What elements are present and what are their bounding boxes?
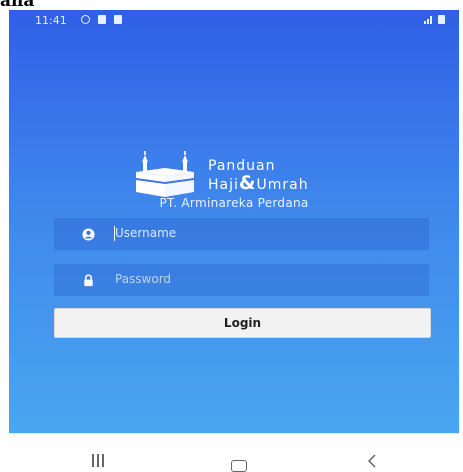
- status-system-icons: [424, 15, 445, 24]
- recent-apps-button[interactable]: [92, 454, 106, 468]
- username-placeholder: Username: [115, 226, 177, 240]
- app-logo: Panduan Haji&Umrah: [134, 148, 364, 198]
- status-notification-icons: [81, 15, 122, 24]
- company-name: PT. Arminareka Perdana: [159, 196, 309, 210]
- kaaba-icon: [136, 151, 194, 197]
- password-input[interactable]: Password: [54, 264, 429, 296]
- lock-icon: [84, 274, 93, 287]
- sync-icon: [81, 15, 90, 24]
- home-button[interactable]: [231, 460, 247, 472]
- back-button[interactable]: [368, 454, 376, 468]
- gallery-icon: [114, 15, 122, 24]
- status-bar: 11:41: [9, 10, 459, 32]
- top-clipped-text: ana: [0, 0, 35, 11]
- brand-title-line2: Haji&Umrah: [208, 172, 309, 194]
- login-button[interactable]: Login: [54, 308, 431, 338]
- password-placeholder: Password: [115, 272, 172, 286]
- username-input[interactable]: Username: [54, 218, 429, 250]
- user-icon: [82, 228, 95, 241]
- status-time: 11:41: [35, 14, 67, 27]
- signal-icon: [424, 16, 434, 24]
- login-screen: 11:41 Panduan Haji&Umrah PT. Arminareka …: [9, 10, 459, 433]
- battery-icon: [438, 15, 445, 24]
- notification-icon: [98, 15, 106, 24]
- android-nav-bar: [9, 433, 459, 472]
